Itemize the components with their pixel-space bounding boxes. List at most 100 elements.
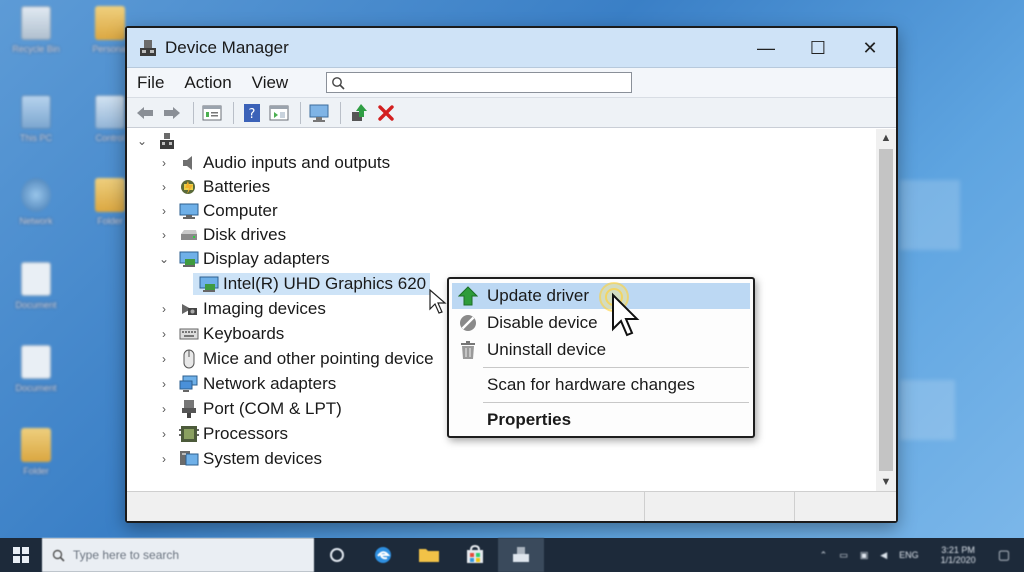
tree-node-imaging[interactable]: › Imaging devices	[157, 297, 326, 321]
tree-node-audio[interactable]: › Audio inputs and outputs	[157, 151, 390, 175]
scrollbar-thumb[interactable]	[879, 149, 893, 471]
folder-icon	[21, 428, 51, 462]
show-hide-button[interactable]	[267, 101, 291, 125]
scan-hardware-button[interactable]	[307, 101, 331, 125]
taskbar-store-button[interactable]	[452, 538, 498, 572]
monitor-icon	[309, 104, 329, 122]
chevron-right-icon[interactable]: ›	[157, 156, 171, 170]
clock[interactable]: 3:21 PM 1/1/2020	[935, 545, 982, 565]
windows-logo-icon	[13, 547, 29, 563]
battery-icon	[179, 177, 199, 197]
minimize-button[interactable]: —	[740, 28, 792, 68]
edge-browser-icon	[375, 547, 391, 563]
chevron-right-icon[interactable]: ›	[157, 352, 171, 366]
update-driver-toolbar-button[interactable]	[347, 101, 371, 125]
volume-tray-icon[interactable]: ◀	[880, 550, 887, 561]
close-button[interactable]: ✕	[844, 28, 896, 68]
menu-separator	[483, 402, 749, 403]
menu-item-scan-hardware[interactable]: Scan for hardware changes	[452, 372, 750, 398]
desktop-icon-document[interactable]: Document	[8, 262, 64, 332]
tree-node-network[interactable]: › Network adapters	[157, 372, 336, 396]
menu-view[interactable]: View	[252, 73, 289, 93]
tray-chevron-icon[interactable]: ⌃	[820, 550, 828, 561]
taskbar-search-input[interactable]: Type here to search	[42, 538, 314, 572]
menu-item-label: Update driver	[487, 286, 590, 305]
menu-file[interactable]: File	[137, 73, 164, 93]
desktop-icon-document[interactable]: Document	[8, 345, 64, 415]
status-cell	[795, 492, 896, 521]
tree-node-label: Disk drives	[203, 225, 287, 244]
chevron-right-icon[interactable]: ›	[157, 204, 171, 218]
chevron-right-icon[interactable]: ›	[157, 327, 171, 341]
back-button[interactable]	[133, 101, 157, 125]
tree-node-mice[interactable]: › Mice and other pointing device	[157, 347, 434, 371]
notifications-icon[interactable]: ▢	[998, 547, 1010, 563]
desktop-icon-recycle-bin[interactable]: Recycle Bin	[8, 6, 64, 76]
mouse-icon	[179, 349, 199, 369]
desktop-window-shadow	[900, 380, 955, 440]
task-view-button[interactable]	[314, 538, 360, 572]
chevron-down-icon[interactable]: ⌄	[135, 134, 149, 148]
scroll-up-icon[interactable]: ▲	[876, 132, 896, 144]
tree-node-processors[interactable]: › Processors	[157, 422, 288, 446]
toolbar-separator	[340, 101, 341, 124]
tree-node-system-devices[interactable]: › System devices	[157, 447, 322, 471]
chevron-down-icon[interactable]: ⌄	[157, 252, 171, 266]
tree-node-label: Imaging devices	[203, 299, 326, 318]
tree-node-ports[interactable]: › Port (COM & LPT)	[157, 397, 342, 421]
title-bar[interactable]: Device Manager — ☐ ✕	[127, 28, 896, 68]
help-button[interactable]: ?	[240, 101, 264, 125]
tree-node-disk-drives[interactable]: › Disk drives	[157, 223, 286, 247]
taskbar-explorer-button[interactable]	[406, 538, 452, 572]
status-cell	[645, 492, 795, 521]
taskbar-device-manager-button[interactable]	[498, 538, 544, 572]
tree-node-batteries[interactable]: › Batteries	[157, 175, 270, 199]
tree-root[interactable]: ⌄	[135, 129, 181, 153]
maximize-button[interactable]: ☐	[792, 28, 844, 68]
chevron-right-icon[interactable]: ›	[157, 452, 171, 466]
update-driver-icon	[352, 103, 367, 121]
chevron-right-icon[interactable]: ›	[157, 402, 171, 416]
properties-button[interactable]	[200, 101, 224, 125]
chevron-right-icon[interactable]: ›	[157, 427, 171, 441]
vertical-scrollbar[interactable]: ▲ ▼	[876, 129, 896, 491]
help-icon: ?	[244, 103, 260, 122]
chevron-right-icon[interactable]: ›	[157, 180, 171, 194]
taskbar-edge-button[interactable]	[360, 538, 406, 572]
tree-node-computer[interactable]: › Computer	[157, 199, 278, 223]
computer-icon	[21, 95, 51, 129]
recycle-bin-icon	[21, 6, 51, 40]
disk-drive-icon	[179, 225, 199, 245]
menu-action[interactable]: Action	[184, 73, 231, 93]
properties-icon	[202, 105, 222, 120]
tree-node-intel-graphics[interactable]: Intel(R) UHD Graphics 620	[193, 272, 431, 296]
tree-node-label: Keyboards	[203, 324, 285, 343]
forward-button[interactable]	[160, 101, 184, 125]
chevron-right-icon[interactable]: ›	[157, 302, 171, 316]
menu-item-spacer	[457, 409, 479, 431]
desktop-icon-network[interactable]: Network	[8, 178, 64, 248]
control-panel-icon	[95, 95, 125, 129]
desktop-icon-label: Document	[15, 300, 57, 310]
desktop-icon-this-pc[interactable]: This PC	[8, 95, 64, 165]
menu-item-spacer	[457, 374, 479, 396]
search-input[interactable]	[326, 72, 633, 93]
selected-device[interactable]: Intel(R) UHD Graphics 620	[193, 273, 431, 295]
scroll-down-icon[interactable]: ▼	[876, 476, 896, 488]
start-button[interactable]	[0, 538, 42, 572]
chevron-right-icon[interactable]: ›	[157, 377, 171, 391]
uninstall-toolbar-button[interactable]	[374, 101, 398, 125]
folder-icon	[419, 549, 439, 562]
trash-icon	[457, 339, 479, 361]
chevron-right-icon[interactable]: ›	[157, 228, 171, 242]
battery-tray-icon[interactable]: ▭	[839, 550, 848, 561]
search-icon	[332, 76, 345, 90]
search-icon	[52, 549, 65, 562]
desktop-icon-folder[interactable]: Folder	[8, 428, 64, 498]
network-tray-icon[interactable]: ▣	[860, 550, 869, 561]
menu-item-properties[interactable]: Properties	[452, 407, 750, 433]
language-indicator[interactable]: ENG	[899, 550, 919, 560]
network-adapter-icon	[179, 374, 199, 394]
tree-node-keyboards[interactable]: › Keyboards	[157, 322, 284, 346]
tree-node-display-adapters[interactable]: ⌄ Display adapters	[157, 247, 330, 271]
